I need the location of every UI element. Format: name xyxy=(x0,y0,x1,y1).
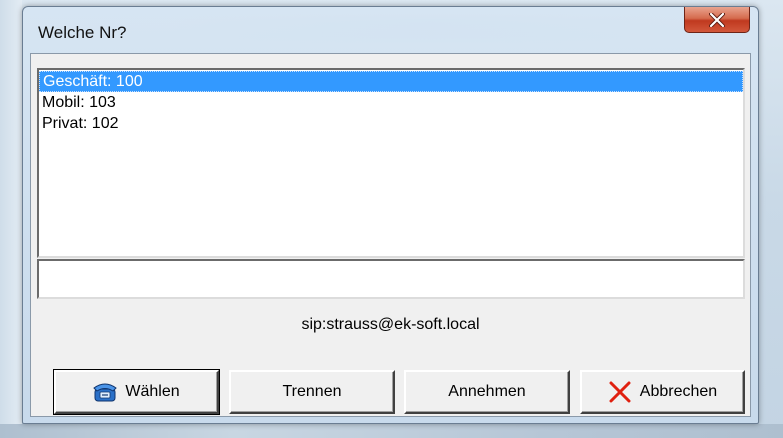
cancel-button-label: Abbrechen xyxy=(639,383,718,400)
accept-button-label: Annehmen xyxy=(448,383,526,400)
dial-button[interactable]: Wählen xyxy=(53,369,220,415)
dialog-client-area: Geschäft: 100 Mobil: 103 Privat: 102 sip:s… xyxy=(30,53,751,417)
number-input-field[interactable] xyxy=(37,259,745,299)
hangup-button-label: Trennen xyxy=(282,383,342,400)
dial-button-label: Wählen xyxy=(125,383,180,400)
list-item[interactable]: Privat: 102 xyxy=(39,113,743,134)
list-item[interactable]: Geschäft: 100 xyxy=(39,71,743,92)
red-x-icon xyxy=(608,380,632,404)
sip-address-label: sip:strauss@ek-soft.local xyxy=(301,316,480,333)
accept-button[interactable]: Annehmen xyxy=(404,370,570,414)
list-item[interactable]: Mobil: 103 xyxy=(39,92,743,113)
title-bar[interactable]: Welche Nr? xyxy=(23,7,758,53)
close-x-icon xyxy=(709,12,725,27)
window-title: Welche Nr? xyxy=(38,23,127,42)
number-listbox[interactable]: Geschäft: 100 Mobil: 103 Privat: 102 xyxy=(37,68,745,258)
background-taskbar-edge xyxy=(0,424,783,438)
cancel-button[interactable]: Abbrechen xyxy=(580,370,745,414)
background-desktop xyxy=(0,0,22,438)
close-button[interactable] xyxy=(684,7,750,33)
number-select-dialog: Welche Nr? Geschäft: 100 Mobil: 103 Privat… xyxy=(22,6,759,424)
telephone-icon xyxy=(93,382,118,402)
hangup-button[interactable]: Trennen xyxy=(229,370,395,414)
